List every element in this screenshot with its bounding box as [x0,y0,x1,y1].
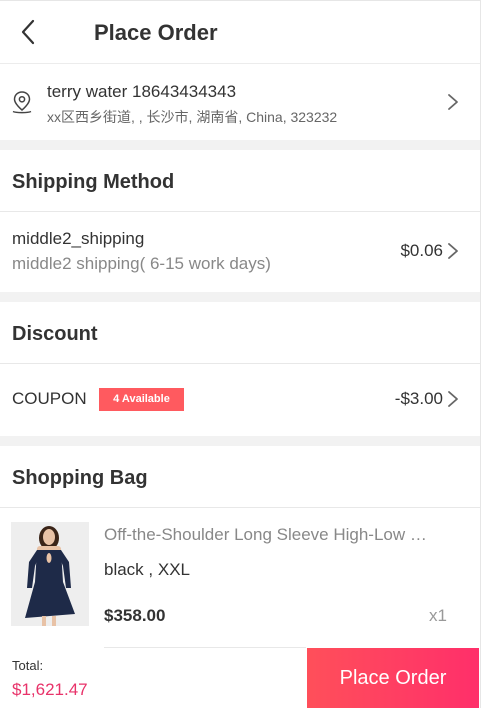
shipping-method-title: Shipping Method [12,171,175,193]
section-gap [0,292,480,302]
header: Place Order [0,1,480,64]
address-line: xx区西乡街道, , 长沙市, 湖南省, China, 323232 [47,109,338,125]
place-order-page: Place Order terry water 18643434343 xx区西… [0,0,481,708]
chevron-left-icon [21,19,35,45]
shipping-method-desc: middle2 shipping( 6-15 work days) [12,254,271,273]
address-row[interactable]: terry water 18643434343 xx区西乡街道, , 长沙市, … [0,65,480,140]
shopping-bag-title: Shopping Bag [12,467,148,489]
bag-item[interactable]: Off-the-Shoulder Long Sleeve High-Low … … [0,509,480,649]
chevron-right-icon [448,391,458,407]
total-label: Total: [12,658,44,673]
place-order-button[interactable]: Place Order [307,648,479,708]
chevron-right-icon [448,94,458,110]
shipping-method-row[interactable]: middle2_shipping middle2 shipping( 6-15 … [0,212,480,292]
product-price: $358.00 [104,606,166,625]
product-variant: black , XXL [104,560,190,579]
total-value: $1,621.47 [12,680,88,699]
location-pin-icon [12,91,32,114]
back-button[interactable] [14,18,40,46]
section-gap [0,140,480,150]
shipping-method-name: middle2_shipping [12,229,145,248]
section-gap [0,436,480,446]
discount-title: Discount [12,323,98,345]
page-title: Place Order [94,20,218,45]
checkout-footer: Total: $1,621.47 Place Order [0,647,480,708]
shipping-price: $0.06 [400,241,443,260]
coupon-label: COUPON [12,389,87,408]
coupon-value: -$3.00 [394,389,443,408]
coupon-available-badge: 4 Available [99,388,184,411]
product-name[interactable]: Off-the-Shoulder Long Sleeve High-Low … [104,525,454,545]
address-name-phone: terry water 18643434343 [47,82,237,101]
product-image[interactable] [11,522,89,626]
product-quantity: x1 [429,606,447,625]
divider [104,647,306,648]
dress-photo-icon [11,522,89,626]
coupon-row[interactable]: COUPON 4 Available -$3.00 [0,364,480,436]
divider [0,507,480,508]
chevron-right-icon [448,243,458,259]
